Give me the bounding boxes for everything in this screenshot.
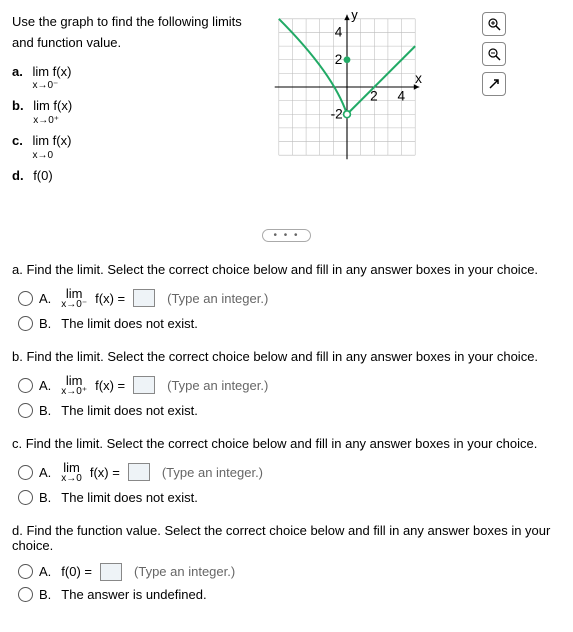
intro-text: Use the graph to find the following limi… — [12, 12, 242, 54]
zoom-out-icon[interactable] — [482, 42, 506, 66]
part-d-label: d. — [12, 168, 24, 183]
qc-radio-a[interactable] — [18, 465, 33, 480]
part-b-expr: lim f(x) x→0⁺ — [33, 96, 72, 129]
qb-input[interactable] — [133, 376, 155, 394]
qb-prompt: b. Find the limit. Select the correct ch… — [12, 349, 561, 364]
continue-indicator[interactable]: • • • — [12, 229, 561, 242]
part-d-expr: f(0) — [33, 168, 53, 183]
qd-input[interactable] — [100, 563, 122, 581]
part-b-label: b. — [12, 98, 24, 113]
svg-text:2: 2 — [370, 89, 378, 104]
svg-text:y: y — [351, 12, 358, 22]
svg-text:x: x — [415, 71, 422, 86]
qb-radio-a[interactable] — [18, 378, 33, 393]
qa-input[interactable] — [133, 289, 155, 307]
svg-text:2: 2 — [335, 52, 343, 67]
problem-statement: Use the graph to find the following limi… — [12, 12, 242, 189]
part-a-label: a. — [12, 64, 23, 79]
qc-prompt: c. Find the limit. Select the correct ch… — [12, 436, 561, 451]
part-a-expr: lim f(x) x→0⁻ — [32, 62, 71, 95]
svg-text:4: 4 — [397, 89, 405, 104]
part-c-label: c. — [12, 133, 23, 148]
graph-svg: y x 4 2 -2 2 4 — [262, 12, 432, 162]
qa-prompt: a. Find the limit. Select the correct ch… — [12, 262, 561, 277]
svg-text:-2: -2 — [331, 106, 343, 121]
part-c-expr: lim f(x) x→0 — [32, 131, 71, 164]
svg-text:4: 4 — [335, 25, 343, 40]
zoom-in-icon[interactable] — [482, 12, 506, 36]
qa-radio-a[interactable] — [18, 291, 33, 306]
qc-radio-b[interactable] — [18, 490, 33, 505]
qb-radio-b[interactable] — [18, 403, 33, 418]
qd-radio-b[interactable] — [18, 587, 33, 602]
graph: y x 4 2 -2 2 4 — [262, 12, 462, 189]
qc-input[interactable] — [128, 463, 150, 481]
qd-radio-a[interactable] — [18, 564, 33, 579]
qa-radio-b[interactable] — [18, 316, 33, 331]
qd-prompt: d. Find the function value. Select the c… — [12, 523, 561, 553]
popout-icon[interactable] — [482, 72, 506, 96]
